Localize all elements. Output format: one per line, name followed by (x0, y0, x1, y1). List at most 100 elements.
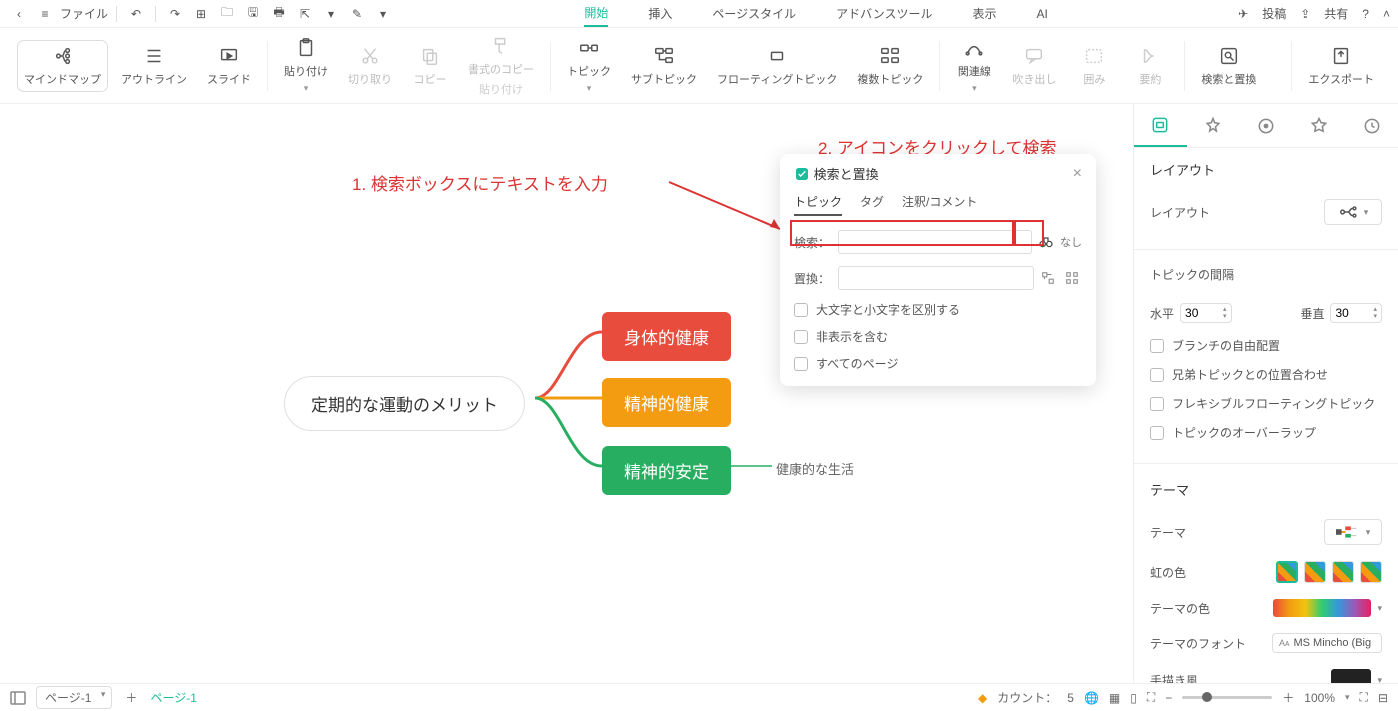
paste-format-button[interactable]: 書式のコピー 貼り付け (462, 31, 540, 101)
checkbox-hidden[interactable] (794, 330, 808, 344)
spacing-h-down[interactable]: ▾ (1223, 313, 1227, 320)
fit-icon[interactable]: ⛶ (1147, 690, 1155, 705)
floating-topic-button[interactable]: フローティングトピック (711, 41, 843, 91)
back-icon[interactable]: ‹ (8, 3, 30, 25)
spacing-h-up[interactable]: ▴ (1223, 306, 1227, 313)
topic-button[interactable]: トピック ▾ (561, 33, 617, 98)
theme-font-dropdown[interactable]: Aᴀ MS Mincho (Big (1272, 633, 1382, 653)
relation-button[interactable]: 関連線 ▾ (950, 33, 998, 98)
zoom-out-icon[interactable]: − (1165, 691, 1172, 705)
spacing-v-input[interactable] (1335, 306, 1373, 320)
replace-input[interactable] (838, 266, 1034, 290)
print-icon[interactable]: 🖶 (268, 3, 290, 25)
chk-overlap[interactable] (1150, 426, 1164, 440)
caret-down-icon[interactable]: ▾ (320, 3, 342, 25)
replace-one-icon[interactable] (1038, 268, 1058, 288)
panel-tab-icon[interactable] (1292, 104, 1345, 147)
add-icon[interactable]: ⊞ (190, 3, 212, 25)
file-menu[interactable]: ファイル (60, 5, 108, 22)
paste-button[interactable]: 貼り付け ▾ (278, 33, 334, 98)
copy-button[interactable]: コピー (406, 41, 454, 91)
swatch-2[interactable] (1304, 561, 1326, 583)
panel-tab-layout[interactable] (1134, 104, 1187, 147)
close-icon[interactable]: × (1073, 165, 1082, 183)
more-icon[interactable]: ▾ (372, 3, 394, 25)
open-icon[interactable]: 🗀 (216, 3, 238, 25)
checkbox-allpages[interactable] (794, 357, 808, 371)
single-view-icon[interactable]: ▯ (1130, 691, 1137, 705)
post-button[interactable]: 投稿 (1262, 5, 1286, 22)
handdraw-caret[interactable]: ▾ (1377, 675, 1382, 684)
subtopic-button[interactable]: サブトピック (625, 41, 703, 91)
export-quick-icon[interactable]: ⇱ (294, 3, 316, 25)
collapse-panel-icon[interactable]: ⊟ (1378, 691, 1388, 705)
redo-icon[interactable]: ↷ (164, 3, 186, 25)
view-outline[interactable]: アウトライン (115, 41, 193, 91)
dialog-tab-topic[interactable]: トピック (794, 193, 842, 216)
panel-tab-map[interactable] (1240, 104, 1293, 147)
swatch-4[interactable] (1360, 561, 1382, 583)
summary-button[interactable]: 要約 (1126, 41, 1174, 91)
page-tab[interactable]: ページ-1 (150, 689, 196, 706)
save-icon[interactable]: 🖫 (242, 3, 264, 25)
chk-sibling[interactable] (1150, 368, 1164, 382)
chk-flexfloat[interactable] (1150, 397, 1164, 411)
search-replace-button[interactable]: 検索と置換 (1195, 41, 1262, 91)
grid-view-icon[interactable]: ▦ (1109, 691, 1120, 705)
zoom-slider[interactable] (1182, 696, 1272, 699)
node-red[interactable]: 身体的健康 (602, 312, 731, 361)
panel-tab-history[interactable] (1345, 104, 1398, 147)
view-slide[interactable]: スライド (201, 41, 257, 91)
share-icon[interactable]: ⇪ (1300, 7, 1310, 21)
outline-toggle-icon[interactable] (10, 691, 26, 705)
add-page-button[interactable]: ＋ (122, 689, 140, 707)
cut-button[interactable]: 切り取り (342, 41, 398, 91)
theme-dropdown[interactable] (1324, 519, 1382, 545)
node-center[interactable]: 定期的な運動のメリット (284, 376, 525, 431)
hamburger-icon[interactable]: ≡ (34, 3, 56, 25)
panel-tab-style[interactable] (1187, 104, 1240, 147)
send-icon[interactable]: ✈ (1238, 7, 1248, 21)
binoculars-icon[interactable] (1036, 232, 1056, 252)
spacing-h-input[interactable] (1185, 306, 1223, 320)
node-orange[interactable]: 精神的健康 (602, 378, 731, 427)
spacing-v-down[interactable]: ▾ (1373, 313, 1377, 320)
globe-icon[interactable]: 🌐 (1084, 691, 1099, 705)
page-select[interactable]: ページ-1 (36, 686, 112, 709)
zoom-in-icon[interactable]: ＋ (1282, 689, 1294, 706)
handdraw-color[interactable] (1331, 669, 1371, 683)
chk-free[interactable] (1150, 339, 1164, 353)
share-button[interactable]: 共有 (1324, 5, 1348, 22)
tab-ai[interactable]: AI (1037, 3, 1048, 25)
boundary-button[interactable]: 囲み (1070, 41, 1118, 91)
layout-dropdown[interactable] (1324, 199, 1382, 225)
checkbox-case[interactable] (794, 303, 808, 317)
node-leaf[interactable]: 健康的な生活 (776, 459, 854, 478)
swatch-3[interactable] (1332, 561, 1354, 583)
undo-icon[interactable]: ↶ (125, 3, 147, 25)
tab-insert[interactable]: 挿入 (648, 1, 672, 26)
tab-display[interactable]: 表示 (972, 1, 996, 26)
multi-topic-button[interactable]: 複数トピック (851, 41, 929, 91)
dialog-tab-comment[interactable]: 注釈/コメント (902, 193, 977, 216)
tab-advance[interactable]: アドバンスツール (836, 1, 932, 26)
callout-button[interactable]: 吹き出し (1006, 41, 1062, 91)
spacing-v-up[interactable]: ▴ (1373, 306, 1377, 313)
fullscreen-icon[interactable]: ⛶ (1360, 690, 1368, 705)
tab-pagestyle[interactable]: ページスタイル (712, 1, 796, 26)
view-mindmap[interactable]: マインドマップ (18, 41, 107, 91)
zoom-caret[interactable]: ▾ (1345, 692, 1350, 703)
tab-start[interactable]: 開始 (584, 0, 608, 27)
export-button[interactable]: エクスポート (1302, 41, 1380, 91)
search-input[interactable] (838, 230, 1032, 254)
node-green[interactable]: 精神的安定 (602, 446, 731, 495)
collapse-ribbon-icon[interactable]: ˄ (1383, 7, 1390, 21)
replace-all-icon[interactable] (1062, 268, 1082, 288)
canvas[interactable]: 定期的な運動のメリット 身体的健康 精神的健康 精神的安定 健康的な生活 1. … (0, 104, 1133, 683)
dialog-tab-tag[interactable]: タグ (860, 193, 884, 216)
edit-icon[interactable]: ✎ (346, 3, 368, 25)
help-icon[interactable]: ? (1362, 7, 1369, 21)
theme-color-caret[interactable]: ▾ (1377, 603, 1382, 614)
swatch-1[interactable] (1276, 561, 1298, 583)
theme-color-picker[interactable] (1273, 599, 1371, 617)
